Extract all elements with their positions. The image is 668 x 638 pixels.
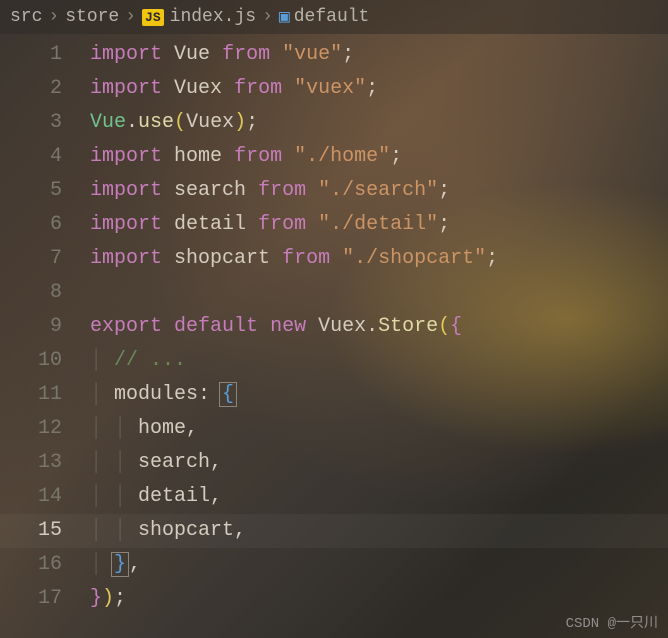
line-number: 3 xyxy=(0,106,90,140)
line-number: 17 xyxy=(0,582,90,616)
code-line: 4import home from "./home"; xyxy=(0,140,668,174)
line-number: 1 xyxy=(0,38,90,72)
chevron-right-icon: › xyxy=(48,7,59,27)
js-file-icon: JS xyxy=(142,9,164,26)
code-content[interactable]: │ // ... xyxy=(90,344,668,378)
code-line: 13│ │ search, xyxy=(0,446,668,480)
line-number: 12 xyxy=(0,412,90,446)
symbol-icon: ▣ xyxy=(279,6,290,28)
code-content[interactable]: import home from "./home"; xyxy=(90,140,668,174)
code-line: 11│ modules: { xyxy=(0,378,668,412)
breadcrumb-symbol[interactable]: default xyxy=(294,7,370,27)
code-line: 17}); xyxy=(0,582,668,616)
code-line: 12│ │ home, xyxy=(0,412,668,446)
line-number: 2 xyxy=(0,72,90,106)
watermark: CSDN @一只川 xyxy=(566,612,658,632)
breadcrumb-part-store[interactable]: store xyxy=(65,7,119,27)
code-content[interactable]: │ │ home, xyxy=(90,412,668,446)
code-line: 15│ │ shopcart, xyxy=(0,514,668,548)
code-line: 2import Vuex from "vuex"; xyxy=(0,72,668,106)
line-number: 13 xyxy=(0,446,90,480)
breadcrumb-part-src[interactable]: src xyxy=(10,7,42,27)
code-content[interactable]: Vue.use(Vuex); xyxy=(90,106,668,140)
line-number: 10 xyxy=(0,344,90,378)
line-number: 8 xyxy=(0,276,90,310)
code-line: 8 xyxy=(0,276,668,310)
line-number: 15 xyxy=(0,514,90,548)
line-number: 6 xyxy=(0,208,90,242)
code-editor[interactable]: 1import Vue from "vue"; 2import Vuex fro… xyxy=(0,34,668,616)
code-line: 5import search from "./search"; xyxy=(0,174,668,208)
code-content[interactable]: import detail from "./detail"; xyxy=(90,208,668,242)
chevron-right-icon: › xyxy=(125,7,136,27)
line-number: 7 xyxy=(0,242,90,276)
line-number: 14 xyxy=(0,480,90,514)
chevron-right-icon: › xyxy=(262,7,273,27)
code-content[interactable]: import search from "./search"; xyxy=(90,174,668,208)
code-content[interactable]: │ modules: { xyxy=(90,378,668,412)
code-line: 9export default new Vuex.Store({ xyxy=(0,310,668,344)
line-number: 16 xyxy=(0,548,90,582)
code-content[interactable]: │ │ search, xyxy=(90,446,668,480)
code-content[interactable]: │ │ shopcart, xyxy=(90,514,668,548)
code-content[interactable]: export default new Vuex.Store({ xyxy=(90,310,668,344)
code-line: 16│ }, xyxy=(0,548,668,582)
code-content[interactable]: import shopcart from "./shopcart"; xyxy=(90,242,668,276)
code-content[interactable]: import Vuex from "vuex"; xyxy=(90,72,668,106)
code-line: 1import Vue from "vue"; xyxy=(0,38,668,72)
code-content[interactable]: │ │ detail, xyxy=(90,480,668,514)
code-content[interactable]: import Vue from "vue"; xyxy=(90,38,668,72)
line-number: 4 xyxy=(0,140,90,174)
code-line: 7import shopcart from "./shopcart"; xyxy=(0,242,668,276)
line-number: 11 xyxy=(0,378,90,412)
breadcrumb[interactable]: src › store › JS index.js › ▣ default xyxy=(0,0,668,34)
code-line: 6import detail from "./detail"; xyxy=(0,208,668,242)
code-line: 10│ // ... xyxy=(0,344,668,378)
code-content[interactable]: │ }, xyxy=(90,548,668,582)
code-line: 3Vue.use(Vuex); xyxy=(0,106,668,140)
line-number: 9 xyxy=(0,310,90,344)
code-line: 14│ │ detail, xyxy=(0,480,668,514)
line-number: 5 xyxy=(0,174,90,208)
code-content[interactable]: }); xyxy=(90,582,668,616)
breadcrumb-file[interactable]: index.js xyxy=(170,7,256,27)
